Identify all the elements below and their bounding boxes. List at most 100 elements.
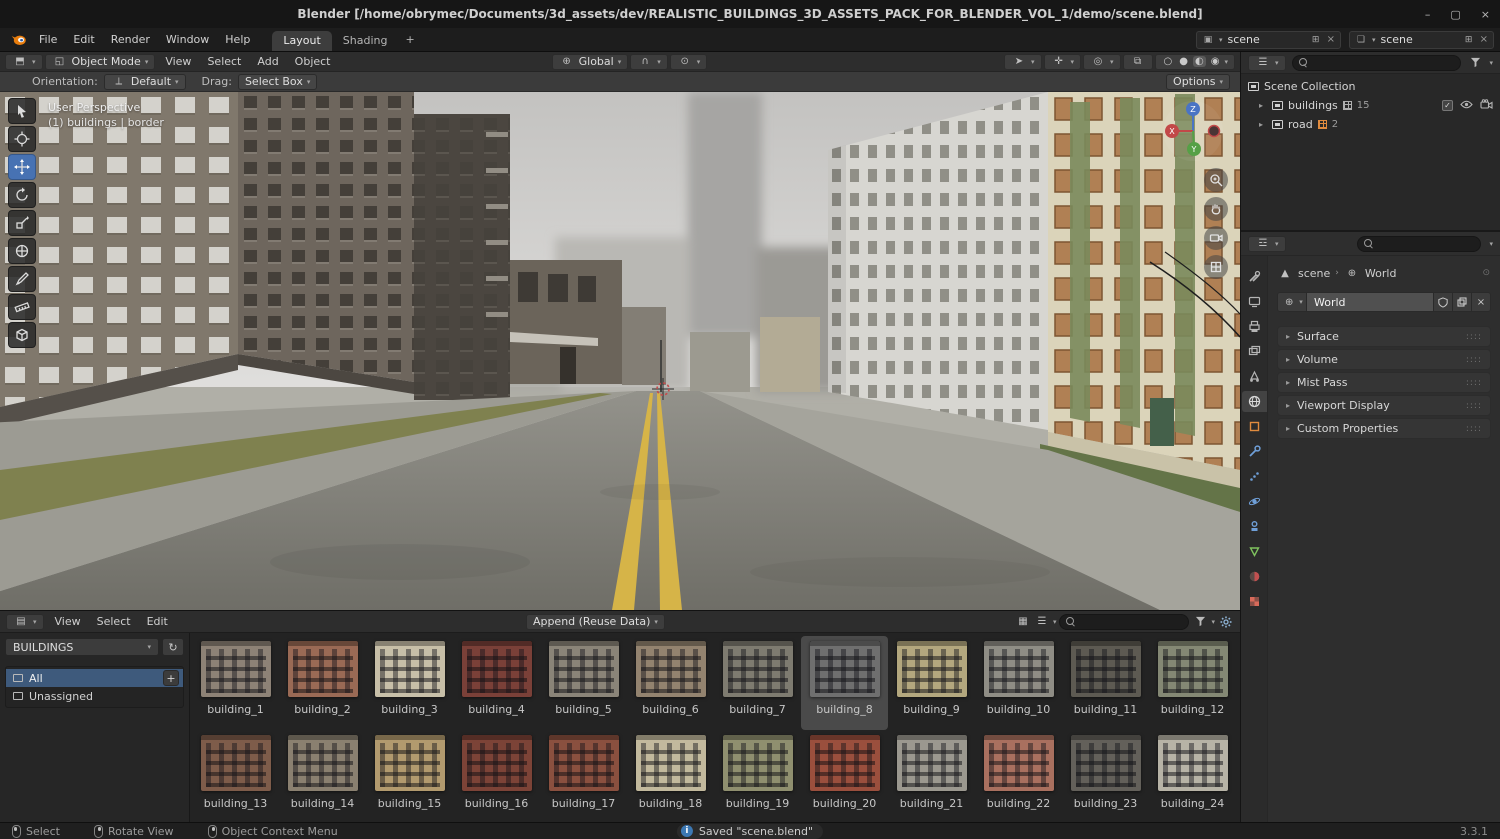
shading-wireframe-button[interactable]: ○ — [1162, 56, 1175, 67]
tab-world[interactable] — [1241, 391, 1267, 412]
drag-handle-icon[interactable]: :::: — [1466, 378, 1482, 388]
close-button[interactable]: × — [1481, 8, 1490, 21]
fake-user-shield-icon[interactable] — [1434, 292, 1453, 312]
menu-item[interactable]: Edit — [65, 31, 102, 48]
refresh-library-button[interactable]: ↻ — [162, 638, 184, 656]
zoom-icon[interactable] — [1204, 168, 1228, 192]
move-tool[interactable] — [8, 154, 36, 180]
pin-icon[interactable]: ⊙ — [1482, 268, 1491, 278]
menu-item[interactable]: Render — [103, 31, 158, 48]
tab-material[interactable] — [1242, 566, 1267, 587]
asset-tile[interactable]: building_6 — [627, 636, 714, 730]
asset-tile[interactable]: building_23 — [1062, 730, 1149, 822]
disable-render-camera-icon[interactable] — [1480, 99, 1493, 112]
asset-menu-item[interactable]: View — [47, 613, 89, 630]
display-size-icon[interactable]: ▦ — [1015, 615, 1031, 629]
asset-tile[interactable]: building_3 — [366, 636, 453, 730]
browse-world-button[interactable]: ⊕ ▾ — [1277, 292, 1307, 312]
asset-tile[interactable]: building_19 — [714, 730, 801, 822]
drag-dropdown[interactable]: Select Box ▾ — [237, 73, 318, 90]
overlays-dropdown[interactable]: ◎ ▾ — [1083, 53, 1121, 70]
camera-view-icon[interactable] — [1204, 226, 1228, 250]
shading-rendered-button[interactable]: ◉ — [1209, 56, 1222, 67]
asset-menu-item[interactable]: Edit — [139, 613, 176, 630]
gear-icon[interactable] — [1218, 615, 1234, 629]
proportional-edit-dropdown[interactable]: ⊙ ▾ — [669, 53, 708, 70]
gizmos-dropdown[interactable]: ✛ ▾ — [1043, 53, 1082, 70]
breadcrumb-world[interactable]: World — [1365, 267, 1397, 280]
asset-tile[interactable]: building_9 — [888, 636, 975, 730]
asset-tile[interactable]: building_1 — [192, 636, 279, 730]
mode-dropdown[interactable]: ◱ Object Mode ▾ — [44, 53, 156, 70]
options-dropdown[interactable]: Options ▾ — [1166, 73, 1230, 90]
navigation-gizmo[interactable]: Z X Y — [1162, 100, 1224, 162]
exclude-checkbox[interactable]: ✓ — [1442, 100, 1453, 111]
orientation-dropdown[interactable]: ⟂ Default ▾ — [103, 73, 186, 90]
add-catalog-button[interactable]: + — [163, 670, 179, 686]
properties-section[interactable]: ▸ Custom Properties :::: — [1277, 418, 1491, 439]
shading-material-button[interactable]: ◐ — [1193, 56, 1206, 67]
import-method-dropdown[interactable]: Append (Reuse Data) ▾ — [525, 613, 665, 630]
snap-dropdown[interactable]: ∩ ▾ — [630, 53, 668, 70]
viewport-menu-item[interactable]: Add — [249, 53, 286, 70]
workspace-tab[interactable]: Shading — [332, 31, 399, 51]
perspective-toggle-icon[interactable] — [1204, 255, 1228, 279]
tab-particles[interactable] — [1242, 466, 1267, 487]
drag-handle-icon[interactable]: :::: — [1466, 424, 1482, 434]
catalog-item[interactable]: Unassigned — [6, 687, 183, 705]
tab-output[interactable] — [1242, 316, 1267, 337]
new-layer-icon[interactable]: ⊞ — [1463, 34, 1475, 46]
shading-solid-button[interactable]: ● — [1177, 56, 1190, 67]
asset-tile[interactable]: building_7 — [714, 636, 801, 730]
menu-item[interactable]: Window — [158, 31, 217, 48]
outliner-row-buildings[interactable]: ▸ buildings 15 ✓ — [1243, 96, 1498, 115]
hide-eye-icon[interactable] — [1460, 99, 1473, 112]
tab-constraints[interactable] — [1242, 516, 1267, 537]
rotate-tool[interactable] — [8, 182, 36, 208]
select-box-tool[interactable] — [8, 98, 36, 124]
editor-type-button[interactable]: ⬒ ▾ — [5, 53, 43, 70]
new-copy-icon[interactable] — [1453, 292, 1472, 312]
world-name-field[interactable]: World — [1307, 292, 1434, 312]
tab-render[interactable] — [1242, 291, 1267, 312]
drag-handle-icon[interactable]: :::: — [1466, 332, 1482, 342]
pan-hand-icon[interactable] — [1204, 197, 1228, 221]
breadcrumb-scene[interactable]: scene — [1298, 267, 1330, 280]
outliner-editor-type-button[interactable]: ☰ ▾ — [1248, 54, 1286, 71]
minimize-button[interactable]: – — [1425, 8, 1431, 21]
asset-search[interactable] — [1059, 613, 1190, 630]
outliner-search[interactable] — [1291, 54, 1462, 71]
tab-object[interactable] — [1242, 416, 1267, 437]
asset-tile[interactable]: building_11 — [1062, 636, 1149, 730]
xray-toggle[interactable]: ⧉ — [1122, 53, 1153, 70]
asset-tile[interactable]: building_14 — [279, 730, 366, 822]
tab-object-data[interactable] — [1242, 541, 1267, 562]
add-primitive-tool[interactable] — [8, 322, 36, 348]
tab-texture[interactable] — [1242, 591, 1267, 612]
properties-section[interactable]: ▸ Mist Pass :::: — [1277, 372, 1491, 393]
asset-tile[interactable]: building_2 — [279, 636, 366, 730]
tab-physics[interactable] — [1242, 491, 1267, 512]
asset-tile[interactable]: building_10 — [975, 636, 1062, 730]
menu-item[interactable]: File — [31, 31, 65, 48]
expander-icon[interactable]: ▸ — [1259, 101, 1267, 110]
display-mode-icon[interactable]: ☰ — [1034, 615, 1050, 629]
tab-scene[interactable] — [1242, 366, 1267, 387]
transform-tool[interactable] — [8, 238, 36, 264]
cursor-tool[interactable] — [8, 126, 36, 152]
tab-modifiers[interactable] — [1242, 441, 1267, 462]
workspace-tab[interactable]: Layout — [272, 31, 332, 51]
asset-tile[interactable]: building_16 — [453, 730, 540, 822]
asset-tile[interactable]: building_20 — [801, 730, 888, 822]
asset-tile[interactable]: building_17 — [540, 730, 627, 822]
object-visibility-dropdown[interactable]: ➤ ▾ — [1004, 53, 1042, 70]
add-workspace-button[interactable]: + — [398, 31, 421, 48]
properties-section[interactable]: ▸ Volume :::: — [1277, 349, 1491, 370]
outliner-filter-icon[interactable] — [1467, 56, 1483, 70]
asset-tile[interactable]: building_5 — [540, 636, 627, 730]
unlink-icon[interactable]: × — [1472, 292, 1491, 312]
maximize-button[interactable]: ▢ — [1450, 8, 1460, 21]
viewport-menu-item[interactable]: View — [157, 53, 199, 70]
asset-tile[interactable]: building_18 — [627, 730, 714, 822]
annotate-tool[interactable] — [8, 266, 36, 292]
